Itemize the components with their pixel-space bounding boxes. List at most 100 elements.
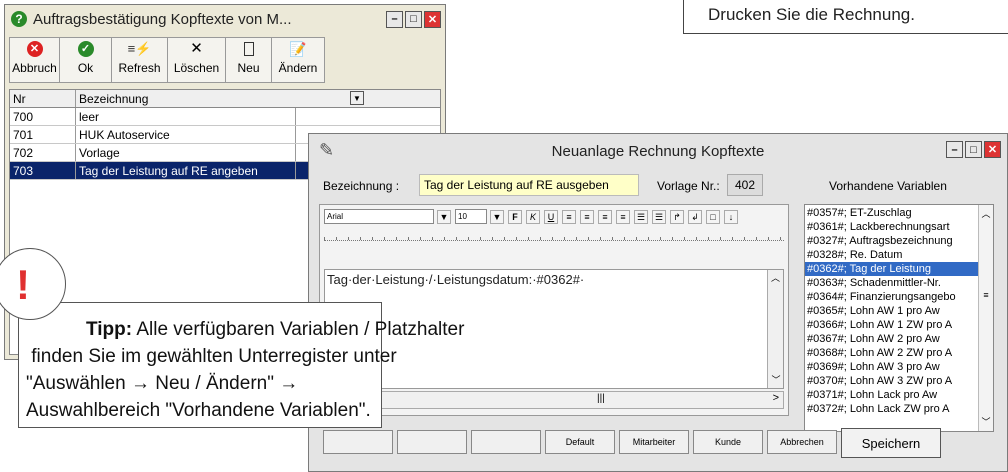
abbruch-button[interactable]: ✕ Abbruch [10, 38, 60, 82]
close-button[interactable]: ✕ [424, 10, 441, 28]
scroll-down-icon[interactable]: ﹀ [768, 372, 784, 388]
variable-item[interactable]: #0327#; Auftragsbezeichnung [805, 234, 979, 248]
size-dropdown-icon[interactable]: ▼ [490, 209, 504, 224]
variable-item[interactable]: #0357#; ET-Zuschlag [805, 206, 979, 220]
tip-line-4: Auswahlbereich "Vorhandene Variablen". [26, 400, 371, 421]
scroll-thumb-icon[interactable]: ||| [597, 393, 605, 404]
variable-item[interactable]: #0363#; Schadenmittler-Nr. [805, 276, 979, 290]
row-nr: 701 [10, 126, 76, 143]
loeschen-button[interactable]: ✕ Löschen [168, 38, 226, 82]
empty-button-2[interactable] [397, 430, 467, 454]
numbered-list-icon[interactable]: ☰ [652, 209, 666, 224]
refresh-icon: ≡⚡ [127, 41, 152, 56]
bottom-button-bar: Default Mitarbeiter Kunde Abbrechen Spei… [319, 424, 1008, 466]
justify-icon[interactable]: ≡ [616, 209, 630, 224]
align-left-icon[interactable]: ≡ [562, 209, 576, 224]
underline-button[interactable]: U [544, 209, 558, 224]
row-bezeichnung: Vorlage [76, 144, 296, 161]
scroll-up-icon[interactable]: ︿ [979, 205, 993, 221]
ok-button[interactable]: ✓ Ok [60, 38, 112, 82]
maximize-button[interactable]: □ [965, 141, 982, 158]
table-row[interactable]: 700 leer [10, 108, 440, 126]
vorlage-value: 402 [727, 174, 763, 196]
variable-item[interactable]: #0369#; Lohn AW 3 pro Aw [805, 360, 979, 374]
scroll-right-icon[interactable]: > [773, 392, 779, 404]
edit-document-icon: 📝 [289, 41, 307, 57]
instruction-note-text: Drucken Sie die Rechnung. [708, 5, 915, 24]
bullet-list-icon[interactable]: ☰ [634, 209, 648, 224]
cancel-icon: ✕ [26, 41, 43, 57]
tip-text-1: Alle verfügbaren Variablen / Platzhalter [132, 319, 465, 340]
row-nr: 702 [10, 144, 76, 161]
font-select[interactable]: Arial [324, 209, 434, 224]
align-center-icon[interactable]: ≡ [580, 209, 594, 224]
editor-vertical-scrollbar[interactable]: ︿ ﹀ [767, 270, 783, 388]
ruler [324, 229, 784, 241]
variable-item[interactable]: #0372#; Lohn Lack ZW pro A [805, 402, 979, 416]
variable-item[interactable]: #0361#; Lackberechnungsart [805, 220, 979, 234]
refresh-button[interactable]: ≡⚡ Refresh [112, 38, 168, 82]
variable-item[interactable]: #0370#; Lohn AW 3 ZW pro A [805, 374, 979, 388]
neu-button[interactable]: Neu [226, 38, 272, 82]
scroll-up-icon[interactable]: ︿ [768, 270, 783, 286]
indent-icon[interactable]: ↱ [670, 209, 684, 224]
variable-item-selected[interactable]: #0362#; Tag der Leistung [805, 262, 979, 276]
bezeichnung-input[interactable] [419, 174, 639, 196]
bezeichnung-label: Bezeichnung : [323, 179, 400, 193]
kunde-button[interactable]: Kunde [693, 430, 763, 454]
row-nr: 700 [10, 108, 76, 125]
align-right-icon[interactable]: ≡ [598, 209, 612, 224]
speichern-button[interactable]: Speichern [841, 428, 941, 458]
tip-bang: ! [16, 261, 30, 308]
italic-button[interactable]: K [526, 209, 540, 224]
column-filter-dropdown[interactable]: ▼ [350, 91, 364, 105]
variable-item[interactable]: #0365#; Lohn AW 1 pro Aw [805, 304, 979, 318]
mitarbeiter-button[interactable]: Mitarbeiter [619, 430, 689, 454]
column-header-nr[interactable]: Nr [10, 90, 76, 107]
variable-item[interactable]: #0328#; Re. Datum [805, 248, 979, 262]
new-document-icon [243, 42, 254, 56]
window-title: Neuanlage Rechnung Kopftexte [551, 143, 765, 160]
table-header: Nr Bezeichnung ▼ [10, 90, 440, 108]
row-bezeichnung: leer [76, 108, 296, 125]
neuanlage-window: ✎ Neuanlage Rechnung Kopftexte – □ ✕ Bez… [308, 133, 1008, 472]
column-header-bezeichnung[interactable]: Bezeichnung [76, 90, 350, 107]
help-icon: ? [11, 11, 27, 27]
outdent-icon[interactable]: ↲ [688, 209, 702, 224]
default-button[interactable]: Default [545, 430, 615, 454]
variable-item[interactable]: #0368#; Lohn AW 2 ZW pro A [805, 346, 979, 360]
variables-scrollbar[interactable]: ︿ ≡ ﹀ [978, 205, 993, 431]
minimize-button[interactable]: – [386, 10, 403, 28]
refresh-label: Refresh [118, 61, 161, 75]
loeschen-label: Löschen [173, 61, 220, 75]
bold-button[interactable]: F [508, 209, 522, 224]
toolbar: ✕ Abbruch ✓ Ok ≡⚡ Refresh ✕ Löschen Neu … [9, 37, 325, 83]
title-bar: ? Auftragsbestätigung Kopftexte von M...… [5, 5, 445, 33]
minimize-button[interactable]: – [946, 141, 963, 158]
variable-item[interactable]: #0371#; Lohn Lack pro Aw [805, 388, 979, 402]
scroll-thumb-icon[interactable]: ≡ [979, 289, 993, 301]
box-icon[interactable]: □ [706, 209, 720, 224]
variable-item[interactable]: #0364#; Finanzierungsangebo [805, 290, 979, 304]
variables-header: Vorhandene Variablen [829, 179, 947, 193]
editor-panel: Arial ▼ 10 ▼ F K U ≡ ≡ ≡ ≡ ☰ ☰ ↱ ↲ □ ↓ T… [319, 204, 789, 416]
variable-item[interactable]: #0367#; Lohn AW 2 pro Aw [805, 332, 979, 346]
variables-list[interactable]: #0357#; ET-Zuschlag #0361#; Lackberechnun… [804, 204, 994, 432]
abbrechen-button[interactable]: Abbrechen [767, 430, 837, 454]
aendern-button[interactable]: 📝 Ändern [272, 38, 324, 82]
down-arrow-icon[interactable]: ↓ [724, 209, 738, 224]
empty-button-1[interactable] [323, 430, 393, 454]
row-bezeichnung: HUK Autoservice [76, 126, 296, 143]
delete-icon: ✕ [190, 40, 203, 57]
variable-item[interactable]: #0366#; Lohn AW 1 ZW pro A [805, 318, 979, 332]
empty-button-3[interactable] [471, 430, 541, 454]
editor-horizontal-scrollbar[interactable]: ||| > [324, 391, 784, 409]
ok-label: Ok [77, 61, 94, 75]
abbruch-label: Abbruch [12, 61, 57, 75]
maximize-button[interactable]: □ [405, 10, 422, 28]
aendern-label: Ändern [278, 61, 318, 75]
close-button[interactable]: ✕ [984, 141, 1001, 158]
size-select[interactable]: 10 [455, 209, 487, 224]
neu-label: Neu [237, 61, 260, 75]
font-dropdown-icon[interactable]: ▼ [437, 209, 451, 224]
